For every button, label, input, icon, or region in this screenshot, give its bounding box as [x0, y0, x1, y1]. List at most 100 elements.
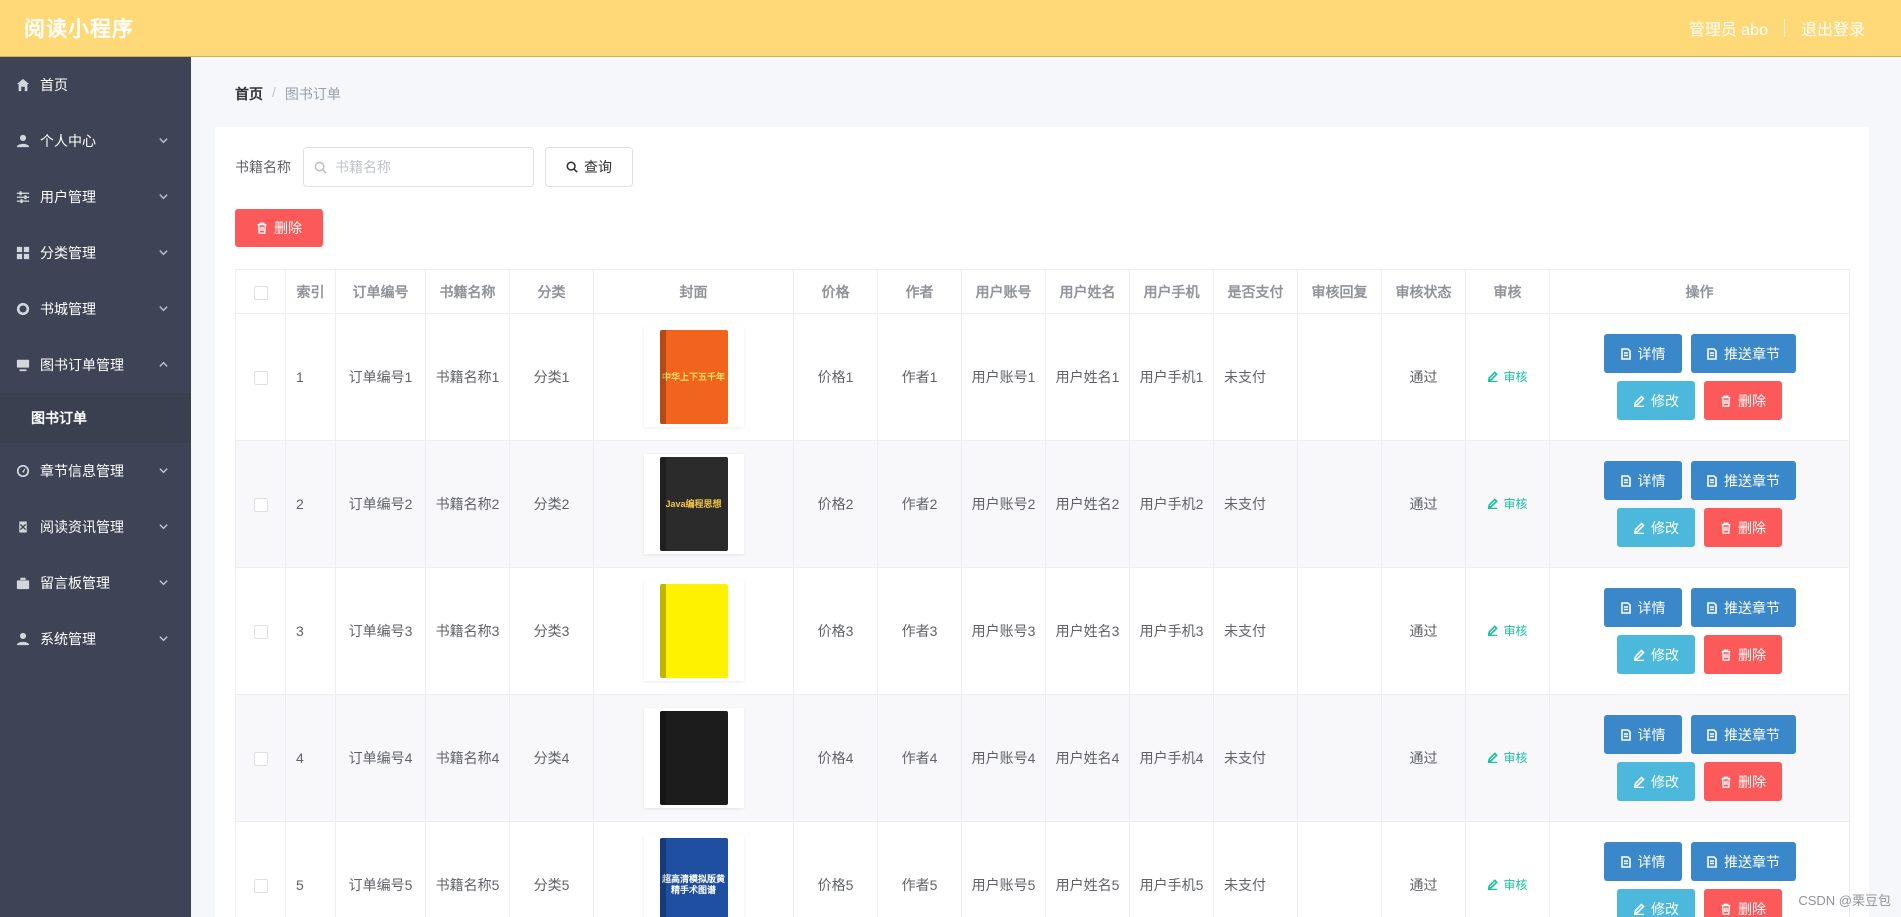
cell-user-name: 用户姓名1 [1045, 313, 1130, 441]
column-header: 用户账号 [961, 269, 1046, 314]
action-row: 详情 推送章节 [1603, 842, 1796, 881]
detail-button-label: 详情 [1637, 599, 1666, 616]
cell-order-no: 订单编号5 [335, 821, 426, 917]
delete-button[interactable]: 删除 [1704, 508, 1782, 547]
header-divider [1783, 19, 1785, 37]
admin-label: 管理员 abo [1688, 22, 1768, 39]
delete-button[interactable]: 删除 [1704, 381, 1782, 420]
cell-author: 作者1 [877, 313, 962, 441]
batch-delete-button[interactable]: 删除 [235, 209, 323, 247]
edit-icon [1488, 879, 1499, 891]
cell-paid: 未支付 [1213, 440, 1298, 568]
search-input[interactable] [335, 159, 515, 175]
cell-author: 作者4 [877, 694, 962, 822]
chevron-down-icon [158, 575, 169, 591]
book-spine [659, 584, 666, 678]
row-checkbox[interactable] [253, 371, 268, 386]
query-button[interactable]: 查询 [545, 147, 633, 187]
chevron-up-icon [158, 357, 169, 373]
action-row: 修改 删除 [1617, 381, 1782, 420]
row-checkbox[interactable] [253, 625, 268, 640]
push-chapter-button-label: 推送章节 [1724, 853, 1780, 870]
push-chapter-button[interactable]: 推送章节 [1690, 461, 1796, 500]
sidebar-item-label: 图书订单管理 [40, 357, 124, 373]
column-header: 用户姓名 [1045, 269, 1130, 314]
cell-index: 5 [285, 821, 336, 917]
detail-button[interactable]: 详情 [1603, 334, 1682, 373]
delete-button[interactable]: 删除 [1704, 635, 1782, 674]
cell-paid: 未支付 [1213, 567, 1298, 695]
cell-index: 2 [285, 440, 336, 568]
trash-icon [1721, 522, 1731, 534]
audit-label: 审核 [1503, 750, 1528, 765]
push-chapter-button-label: 推送章节 [1724, 726, 1780, 743]
cell-order-no: 订单编号4 [335, 694, 426, 822]
sidebar-item-category-management[interactable]: 分类管理 [0, 225, 191, 281]
monitor-icon [16, 358, 30, 372]
action-buttons: 详情 推送章节 修改 删除 [1554, 588, 1845, 674]
cell-book-name: 书籍名称1 [425, 313, 510, 441]
row-checkbox[interactable] [253, 879, 268, 894]
edit-button[interactable]: 修改 [1617, 635, 1695, 674]
sidebar-subitem-book-orders[interactable]: 图书订单 [0, 393, 191, 443]
cell-phone: 用户手机3 [1129, 567, 1214, 695]
sidebar-item-label: 分类管理 [40, 245, 96, 261]
audit-link[interactable]: 审核 [1487, 366, 1528, 388]
detail-button-label: 详情 [1637, 345, 1666, 362]
main-content: 首页 / 图书订单 书籍名称 查询 删除 [191, 57, 1901, 917]
detail-button[interactable]: 详情 [1603, 715, 1682, 754]
detail-button[interactable]: 详情 [1603, 588, 1682, 627]
edit-button[interactable]: 修改 [1617, 889, 1695, 917]
audit-link[interactable]: 审核 [1487, 620, 1528, 642]
cell-account: 用户账号4 [961, 694, 1046, 822]
cell-reply [1297, 694, 1382, 822]
edit-button[interactable]: 修改 [1617, 381, 1695, 420]
cell-paid: 未支付 [1213, 694, 1298, 822]
sidebar-item-bookstore-management[interactable]: 书城管理 [0, 281, 191, 337]
edit-icon [1488, 752, 1499, 764]
detail-button[interactable]: 详情 [1603, 842, 1682, 881]
push-chapter-button[interactable]: 推送章节 [1690, 715, 1796, 754]
breadcrumb: 首页 / 图书订单 [235, 84, 341, 104]
sidebar-item-news-management[interactable]: 阅读资讯管理 [0, 499, 191, 555]
search-field[interactable] [303, 147, 534, 187]
trash-icon [1721, 776, 1731, 788]
sidebar-item-book-order-management[interactable]: 图书订单管理 [0, 337, 191, 393]
action-row: 修改 删除 [1617, 508, 1782, 547]
content-card: 书籍名称 查询 删除 索引 订单编号 书籍名 [215, 127, 1869, 917]
delete-button[interactable]: 删除 [1704, 762, 1782, 801]
sidebar-item-system-management[interactable]: 系统管理 [0, 611, 191, 667]
detail-button-label: 详情 [1637, 726, 1666, 743]
gauge-icon [16, 464, 30, 478]
row-checkbox[interactable] [253, 498, 268, 513]
push-chapter-button[interactable]: 推送章节 [1690, 588, 1796, 627]
edit-icon [1633, 394, 1645, 407]
cell-phone: 用户手机1 [1129, 313, 1214, 441]
sidebar-item-label: 个人中心 [40, 133, 96, 149]
table-row: 1 订单编号1 书籍名称1 分类1 中华上下五千年 价格1 作者1 用户账号1 … [235, 313, 1850, 441]
document-icon [1707, 601, 1717, 614]
sidebar-item-chapter-management[interactable]: 章节信息管理 [0, 443, 191, 499]
cell-paid: 未支付 [1213, 821, 1298, 917]
sidebar-item-home[interactable]: 首页 [0, 57, 191, 113]
cell-category: 分类2 [509, 440, 594, 568]
detail-button[interactable]: 详情 [1603, 461, 1682, 500]
sidebar-item-label: 首页 [40, 77, 68, 93]
push-chapter-button[interactable]: 推送章节 [1690, 842, 1796, 881]
sidebar-item-user-management[interactable]: 用户管理 [0, 169, 191, 225]
logout-button[interactable]: 退出登录 [1801, 16, 1865, 40]
chevron-down-icon [158, 245, 169, 261]
select-all-checkbox[interactable] [253, 285, 268, 300]
edit-button[interactable]: 修改 [1617, 508, 1695, 547]
book-cover [659, 584, 728, 678]
push-chapter-button[interactable]: 推送章节 [1690, 334, 1796, 373]
row-checkbox[interactable] [253, 752, 268, 767]
breadcrumb-home[interactable]: 首页 [235, 84, 263, 104]
audit-link[interactable]: 审核 [1487, 874, 1528, 896]
audit-link[interactable]: 审核 [1487, 747, 1528, 769]
sidebar-item-message-board-management[interactable]: 留言板管理 [0, 555, 191, 611]
delete-button[interactable]: 删除 [1704, 889, 1782, 917]
sidebar-item-personal-center[interactable]: 个人中心 [0, 113, 191, 169]
edit-button[interactable]: 修改 [1617, 762, 1695, 801]
audit-link[interactable]: 审核 [1487, 493, 1528, 515]
